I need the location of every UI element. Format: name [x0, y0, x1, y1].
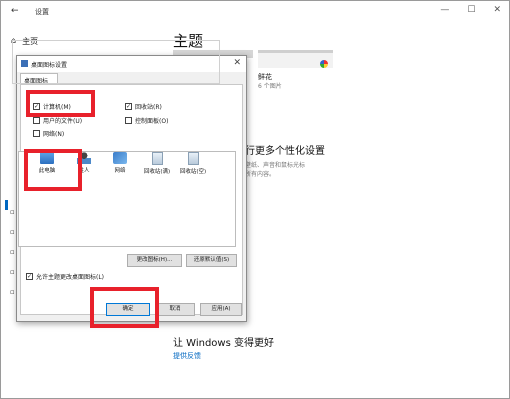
highlight-box [24, 149, 82, 191]
checkbox-label: 用户的文件(U) [43, 118, 83, 125]
more-settings-heading: 行更多个性化设置 [245, 146, 325, 157]
apply-button[interactable]: 应用(A) [200, 303, 242, 316]
checkbox-label: 允许主题更改桌面图标(L) [36, 274, 105, 281]
cancel-button[interactable]: 取消 [155, 303, 195, 316]
close-button[interactable]: ✕ [493, 5, 501, 15]
icon-item-network[interactable]: 网络 [103, 152, 137, 174]
sidebar-icon[interactable]: ▫ [10, 228, 15, 236]
sidebar-selection-indicator [5, 200, 8, 210]
user-files-checkbox[interactable]: 用户的文件(U) [33, 116, 82, 125]
checkmark-icon: ✓ [125, 103, 132, 110]
recycle-bin-full-icon [151, 152, 163, 165]
checkbox-label: 网络(N) [43, 131, 65, 138]
minimize-button[interactable]: — [440, 5, 449, 15]
dialog-close-button[interactable]: ✕ [233, 58, 241, 68]
network-checkbox[interactable]: 网络(N) [33, 129, 64, 138]
checkmark-icon: ✓ [26, 273, 33, 280]
allow-themes-checkbox[interactable]: ✓ 允许主题更改桌面图标(L) [26, 272, 104, 281]
recycle-bin-checkbox[interactable]: ✓ 回收站(R) [125, 102, 162, 111]
settings-window-title: 设置 [35, 8, 49, 16]
more-settings-desc: 壁纸、声音和鼠标光标 [245, 162, 306, 169]
icon-item-recycle-full[interactable]: 回收站(满) [140, 152, 174, 175]
icon-item-recycle-empty[interactable]: 回收站(空) [176, 152, 210, 175]
change-icon-button[interactable]: 更改图标(H)... [127, 254, 182, 267]
checkbox-label: 控制面板(O) [135, 118, 169, 125]
recycle-bin-empty-icon [187, 152, 199, 165]
checkbox-label: 回收站(R) [135, 104, 162, 111]
highlight-box [26, 90, 95, 117]
feedback-link[interactable]: 提供反馈 [173, 351, 201, 361]
window-controls: — ☐ ✕ [440, 5, 501, 15]
theme-image-count: 6 个图片 [258, 83, 282, 90]
network-icon [113, 152, 127, 164]
color-wheel-icon [320, 60, 328, 68]
highlight-box [90, 287, 159, 328]
control-panel-checkbox[interactable]: 控制面板(O) [125, 116, 168, 125]
sidebar-icon[interactable]: ▫ [10, 208, 15, 216]
back-arrow-icon[interactable]: ← [11, 6, 19, 16]
restore-default-button[interactable]: 还原默认值(S) [186, 254, 237, 267]
sidebar-icon[interactable]: ▫ [10, 288, 15, 296]
settings-titlebar: ← 设置 — ☐ ✕ [1, 1, 509, 21]
desktop-icons-group [12, 40, 220, 84]
sidebar-icon[interactable]: ▫ [10, 248, 15, 256]
sidebar-icon[interactable]: ▫ [10, 268, 15, 276]
more-settings-desc: 所有内容。 [245, 171, 276, 178]
better-windows-heading: 让 Windows 变得更好 [173, 338, 274, 349]
maximize-button[interactable]: ☐ [467, 5, 475, 15]
